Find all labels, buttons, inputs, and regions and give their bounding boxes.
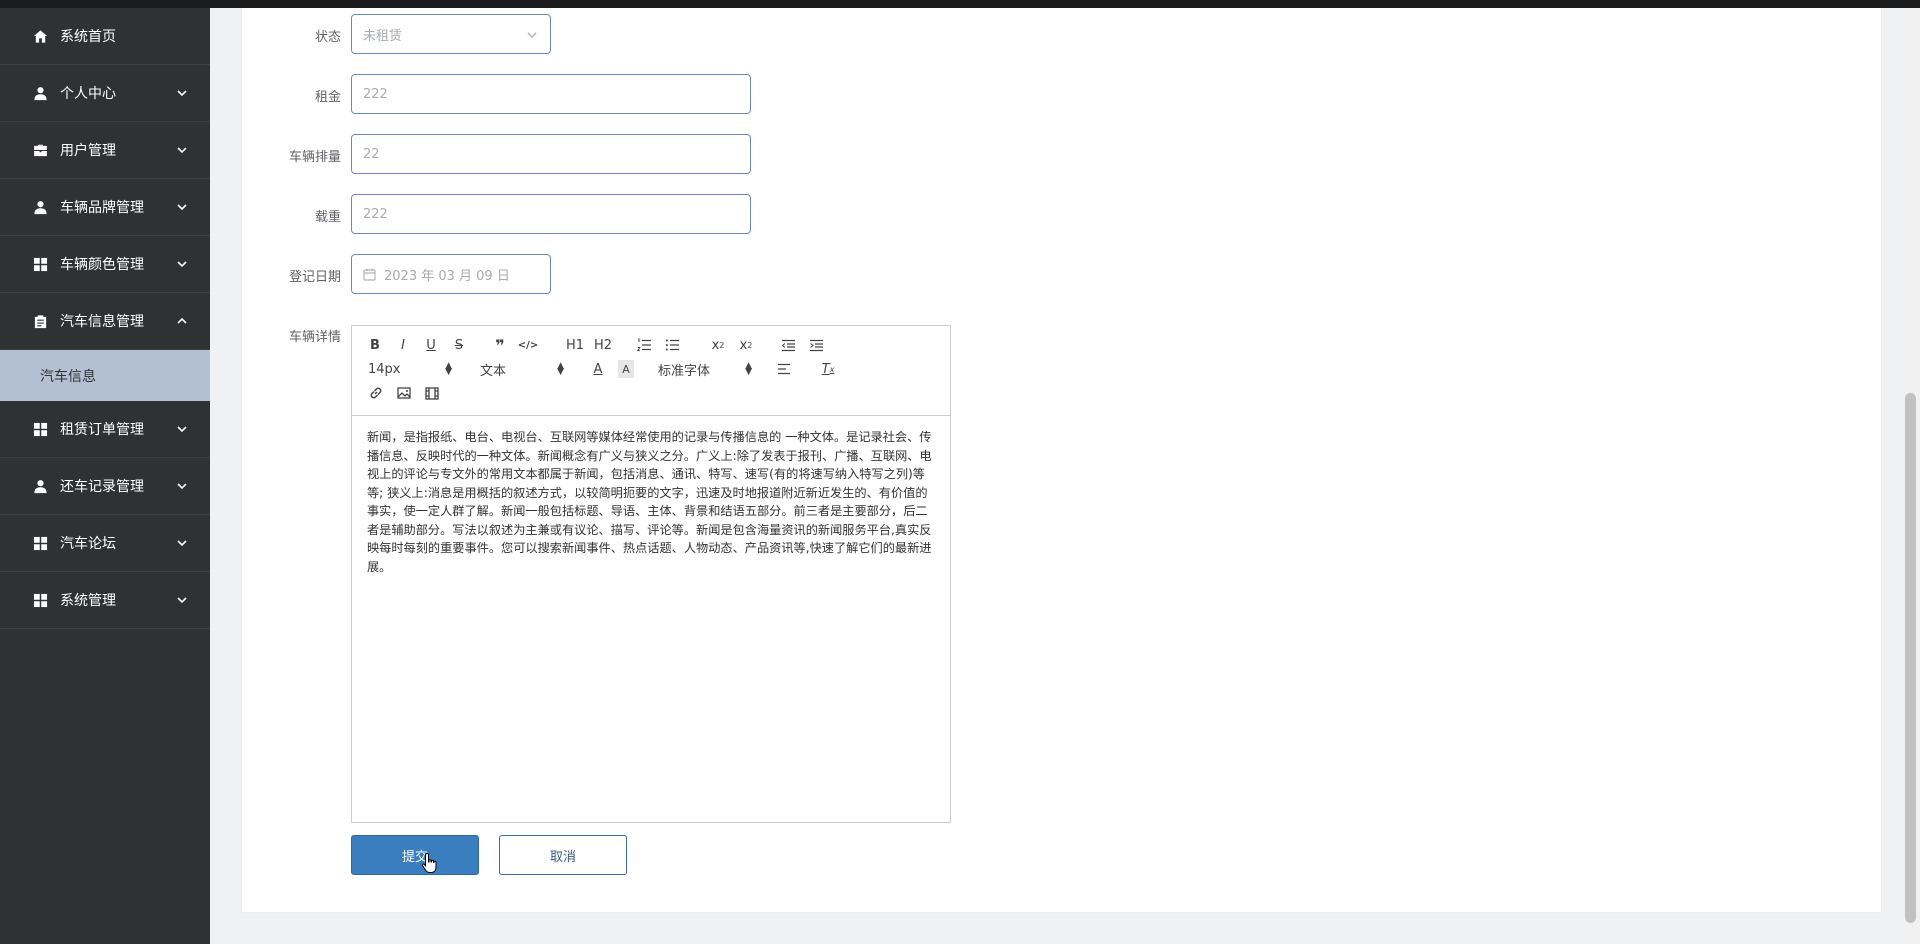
superscript-icon[interactable]: x2: [738, 336, 754, 354]
clipboard-icon: [32, 313, 48, 329]
underline-icon[interactable]: U: [424, 336, 438, 354]
picker-arrow-icon: ▲ ▼: [445, 361, 452, 377]
sidebar-item-color-management[interactable]: 车辆颜色管理: [0, 236, 210, 293]
rent-input[interactable]: 222: [351, 74, 751, 114]
heading2-icon[interactable]: H2: [594, 336, 612, 354]
italic-icon[interactable]: I: [396, 336, 410, 354]
sidebar-item-label: 系统首页: [60, 29, 116, 45]
sidebar-item-label: 个人中心: [60, 86, 116, 102]
user-icon: [32, 478, 48, 494]
sidebar: 系统首页 个人中心 用户管理 车辆品牌管理 车辆颜色管理 汽车信息管理 汽车信息…: [0, 8, 210, 944]
outdent-icon[interactable]: [780, 336, 796, 354]
scrollbar-thumb[interactable]: [1905, 393, 1916, 923]
sidebar-item-label: 汽车论坛: [60, 536, 116, 552]
rent-label: 租金: [314, 90, 341, 105]
displacement-input-value: 22: [363, 146, 380, 162]
subscript-icon[interactable]: x2: [710, 336, 726, 354]
bold-icon[interactable]: B: [368, 336, 382, 354]
chevron-up-icon: [176, 315, 188, 327]
briefcase-icon: [32, 142, 48, 158]
sidebar-item-label: 还车记录管理: [60, 479, 144, 495]
font-color-icon[interactable]: A: [590, 360, 606, 378]
detail-label: 车辆详情: [288, 330, 341, 345]
chevron-down-icon: [526, 29, 538, 39]
picker-arrow-icon: ▲ ▼: [557, 361, 564, 377]
video-icon[interactable]: [424, 384, 440, 402]
heading1-icon[interactable]: H1: [566, 336, 584, 354]
sidebar-item-label: 系统管理: [60, 593, 116, 609]
load-label: 载重: [314, 210, 341, 225]
clear-format-icon[interactable]: Tx: [820, 360, 836, 378]
strikethrough-icon[interactable]: S: [452, 336, 466, 354]
date-label: 登记日期: [288, 270, 341, 285]
calendar-icon: [363, 268, 376, 281]
sidebar-item-personal-center[interactable]: 个人中心: [0, 65, 210, 122]
sidebar-item-label: 车辆颜色管理: [60, 257, 144, 273]
text-type-value: 文本: [480, 363, 507, 379]
editor-content[interactable]: 新闻，是指报纸、电台、电视台、互联网等媒体经常使用的记录与传播信息的 一种文体。…: [352, 416, 950, 588]
rich-text-editor: B I U S ❞ </> H1 H2 x2 x2 14px ▲ ▼ 文本 ▲ ▼ A …: [351, 325, 951, 823]
sidebar-item-return-records[interactable]: 还车记录管理: [0, 458, 210, 515]
text-type-picker[interactable]: 文本 ▲ ▼: [480, 360, 564, 379]
cancel-button[interactable]: 取消: [499, 835, 627, 875]
displacement-input[interactable]: 22: [351, 134, 751, 174]
chevron-down-icon: [176, 144, 188, 156]
background-color-icon[interactable]: A: [618, 360, 634, 378]
chevron-down-icon: [176, 201, 188, 213]
sidebar-item-rental-orders[interactable]: 租赁订单管理: [0, 401, 210, 458]
user-icon: [32, 85, 48, 101]
font-size-value: 14px: [368, 361, 401, 377]
bullet-list-icon[interactable]: [664, 336, 680, 354]
status-label: 状态: [314, 30, 341, 45]
date-picker[interactable]: 2023 年 03 月 09 日: [351, 254, 551, 294]
sidebar-item-label: 租赁订单管理: [60, 422, 144, 438]
sidebar-item-label: 汽车信息管理: [60, 314, 144, 330]
home-icon: [32, 28, 48, 44]
indent-icon[interactable]: [808, 336, 824, 354]
sidebar-item-user-management[interactable]: 用户管理: [0, 122, 210, 179]
load-input-value: 222: [363, 206, 388, 222]
date-picker-value: 2023 年 03 月 09 日: [384, 268, 510, 284]
grid-icon: [32, 421, 48, 437]
font-size-picker[interactable]: 14px ▲ ▼: [368, 360, 452, 378]
sidebar-item-home[interactable]: 系统首页: [0, 8, 210, 65]
picker-arrow-icon: ▲ ▼: [745, 361, 752, 377]
link-icon[interactable]: [368, 384, 384, 402]
chevron-down-icon: [176, 480, 188, 492]
status-select-value: 未租赁: [363, 28, 403, 44]
align-icon[interactable]: [776, 360, 792, 378]
displacement-label: 车辆排量: [288, 150, 341, 165]
sidebar-subitem-label: 汽车信息: [40, 368, 96, 385]
sidebar-subitem-car-info[interactable]: 汽车信息: [0, 350, 210, 401]
ordered-list-icon[interactable]: [636, 336, 652, 354]
rent-input-value: 222: [363, 86, 388, 102]
user-icon: [32, 199, 48, 215]
sidebar-item-label: 用户管理: [60, 143, 116, 159]
top-bar: [0, 0, 1920, 8]
sidebar-item-forum[interactable]: 汽车论坛: [0, 515, 210, 572]
grid-icon: [32, 535, 48, 551]
chevron-down-icon: [176, 423, 188, 435]
sidebar-item-system-management[interactable]: 系统管理: [0, 572, 210, 629]
font-family-value: 标准字体: [658, 363, 711, 379]
chevron-down-icon: [176, 258, 188, 270]
status-select[interactable]: 未租赁: [351, 14, 551, 54]
blockquote-icon[interactable]: ❞: [492, 336, 508, 355]
chevron-down-icon: [176, 594, 188, 606]
sidebar-item-brand-management[interactable]: 车辆品牌管理: [0, 179, 210, 236]
hand-cursor-icon: [421, 852, 439, 874]
image-icon[interactable]: [396, 384, 412, 402]
sidebar-item-car-info-management[interactable]: 汽车信息管理: [0, 293, 210, 350]
page-scrollbar[interactable]: [1901, 8, 1920, 944]
chevron-down-icon: [176, 87, 188, 99]
code-block-icon[interactable]: </>: [518, 336, 538, 354]
editor-toolbar: B I U S ❞ </> H1 H2 x2 x2 14px ▲ ▼ 文本 ▲ ▼ A …: [352, 326, 950, 416]
grid-icon: [32, 592, 48, 608]
sidebar-item-label: 车辆品牌管理: [60, 200, 144, 216]
load-input[interactable]: 222: [351, 194, 751, 234]
grid-icon: [32, 256, 48, 272]
chevron-down-icon: [176, 537, 188, 549]
submit-button[interactable]: 提交: [351, 835, 479, 875]
font-family-picker[interactable]: 标准字体 ▲ ▼: [658, 360, 752, 379]
